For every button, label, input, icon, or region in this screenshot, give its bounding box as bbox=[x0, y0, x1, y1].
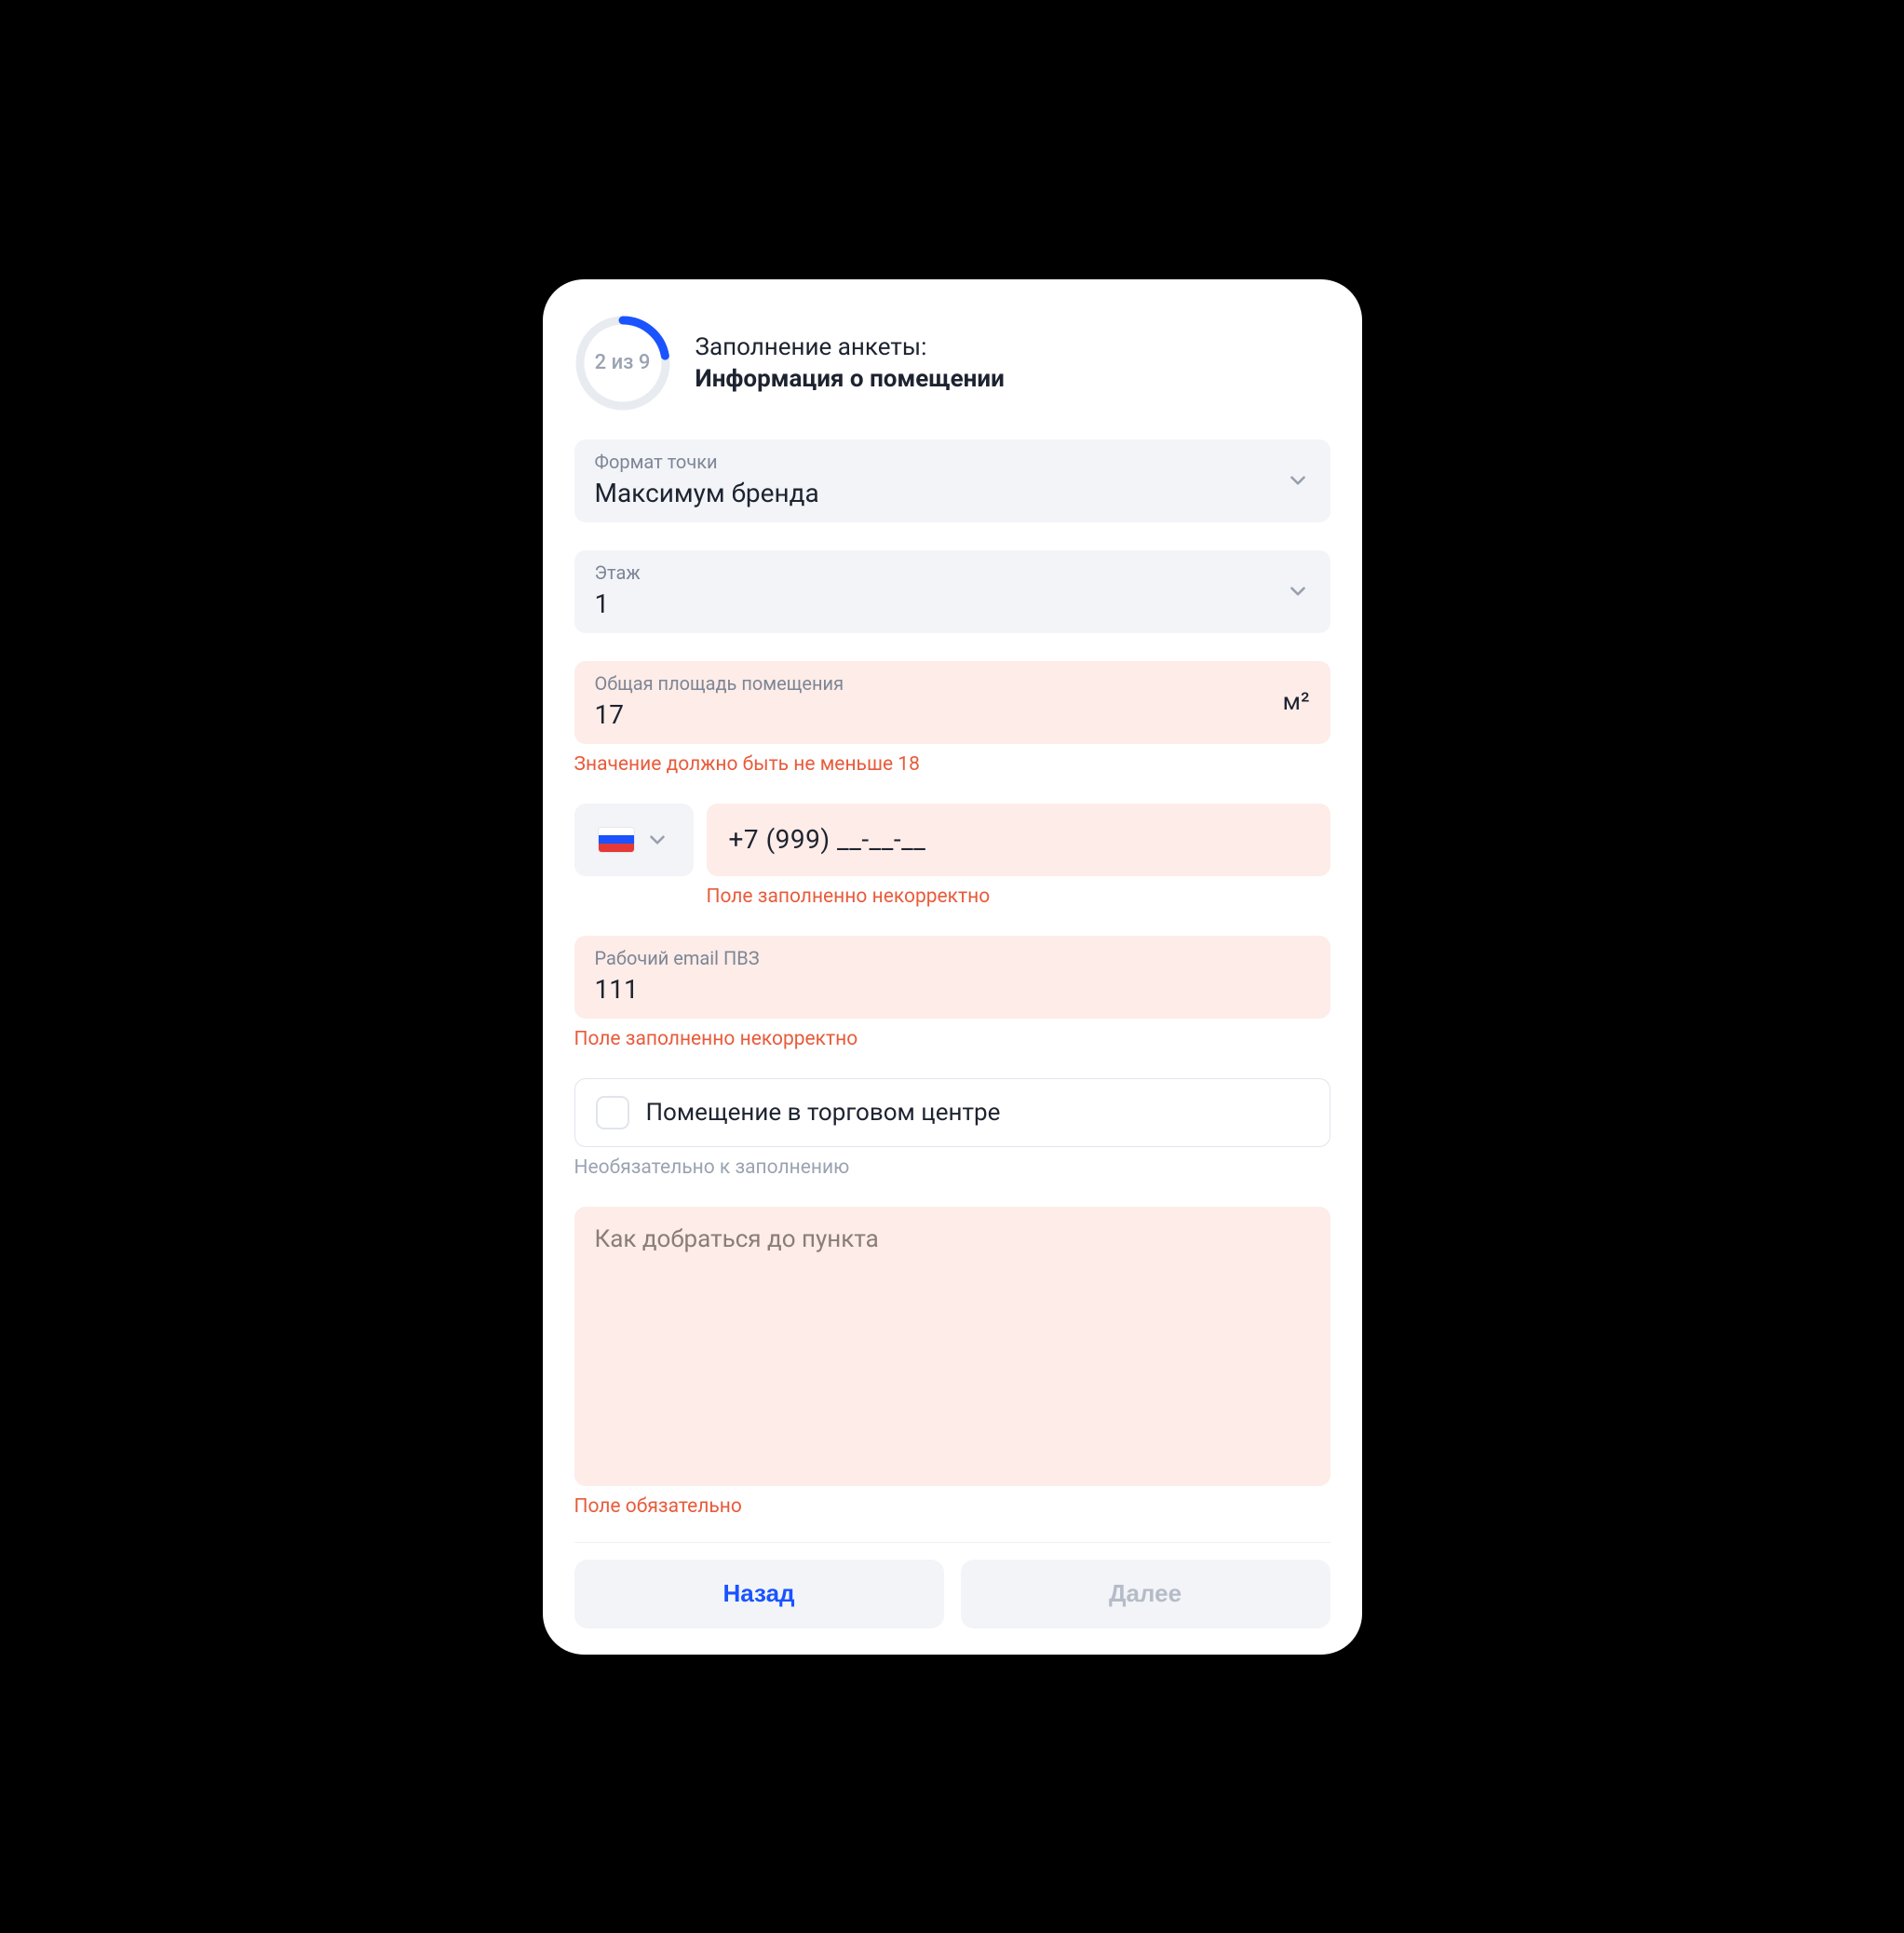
email-label: Рабочий email ПВЗ bbox=[595, 947, 1310, 969]
phone-country-select[interactable] bbox=[574, 804, 694, 876]
chevron-down-icon bbox=[1286, 579, 1310, 603]
header-text: Заполнение анкеты: Информация о помещени… bbox=[695, 333, 1005, 393]
chevron-down-icon bbox=[645, 828, 669, 852]
email-input[interactable]: Рабочий email ПВЗ 111 bbox=[574, 936, 1330, 1019]
directions-textarea[interactable]: Как добраться до пункта bbox=[574, 1207, 1330, 1486]
progress-label: 2 из 9 bbox=[574, 315, 671, 412]
area-input[interactable]: Общая площадь помещения 17 м² bbox=[574, 661, 1330, 744]
directions-field-group: Как добраться до пункта Поле обязательно bbox=[574, 1207, 1330, 1518]
phone-field-group: +7 (999) __-__-__ Поле заполненно некорр… bbox=[574, 804, 1330, 908]
back-button[interactable]: Назад bbox=[574, 1560, 944, 1629]
floor-select[interactable]: Этаж 1 bbox=[574, 550, 1330, 633]
email-value: 111 bbox=[595, 973, 1310, 1006]
mall-label: Помещение в торговом центре bbox=[646, 1099, 1001, 1127]
mall-hint: Необязательно к заполнению bbox=[574, 1156, 1330, 1179]
area-label: Общая площадь помещения bbox=[595, 672, 1310, 695]
form-screen: 2 из 9 Заполнение анкеты: Информация о п… bbox=[543, 279, 1362, 1655]
format-select[interactable]: Формат точки Максимум бренда bbox=[574, 439, 1330, 522]
floor-label: Этаж bbox=[595, 561, 1310, 584]
progress-ring: 2 из 9 bbox=[574, 315, 671, 412]
area-field-group: Общая площадь помещения 17 м² Значение д… bbox=[574, 661, 1330, 776]
format-value: Максимум бренда bbox=[595, 477, 1310, 509]
flag-ru-icon bbox=[599, 828, 634, 852]
area-value: 17 bbox=[595, 698, 1310, 731]
phone-input[interactable]: +7 (999) __-__-__ bbox=[707, 804, 1330, 876]
header-line2: Информация о помещении bbox=[695, 365, 1005, 393]
floor-value: 1 bbox=[595, 588, 1310, 620]
email-error: Поле заполненно некорректно bbox=[574, 1028, 1330, 1050]
phone-value: +7 (999) __-__-__ bbox=[729, 824, 926, 855]
floor-field-group: Этаж 1 bbox=[574, 550, 1330, 633]
directions-error: Поле обязательно bbox=[574, 1495, 1330, 1518]
mall-checkbox-row[interactable]: Помещение в торговом центре bbox=[574, 1078, 1330, 1147]
format-field-group: Формат точки Максимум бренда bbox=[574, 439, 1330, 522]
format-label: Формат точки bbox=[595, 451, 1310, 473]
email-field-group: Рабочий email ПВЗ 111 Поле заполненно не… bbox=[574, 936, 1330, 1050]
phone-error: Поле заполненно некорректно bbox=[574, 885, 1330, 908]
area-unit: м² bbox=[1283, 688, 1310, 716]
header: 2 из 9 Заполнение анкеты: Информация о п… bbox=[574, 315, 1330, 412]
directions-placeholder: Как добраться до пункта bbox=[595, 1225, 1310, 1253]
area-error: Значение должно быть не меньше 18 bbox=[574, 753, 1330, 776]
mall-checkbox[interactable] bbox=[596, 1096, 629, 1129]
footer: Назад Далее bbox=[574, 1542, 1330, 1629]
mall-field-group: Помещение в торговом центре Необязательн… bbox=[574, 1078, 1330, 1179]
header-line1: Заполнение анкеты: bbox=[695, 333, 1005, 361]
chevron-down-icon bbox=[1286, 468, 1310, 493]
next-button[interactable]: Далее bbox=[961, 1560, 1330, 1629]
